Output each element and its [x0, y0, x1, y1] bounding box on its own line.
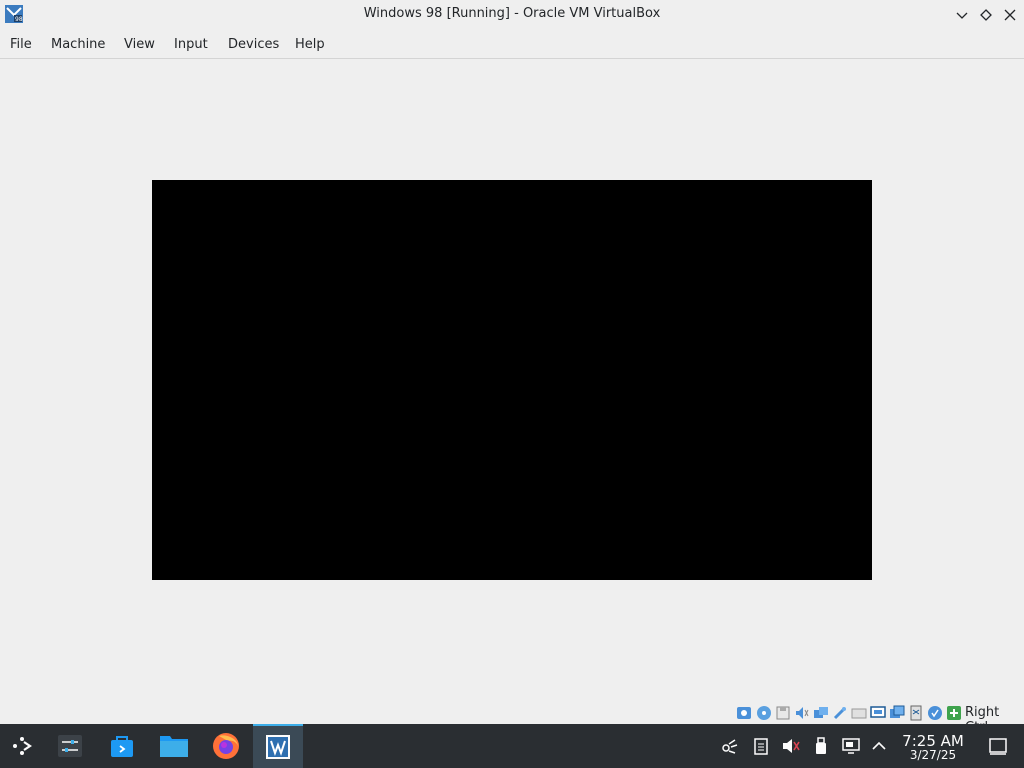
virtualbox-icon[interactable] — [253, 724, 303, 768]
shared-folders-icon[interactable] — [851, 705, 867, 721]
menu-devices[interactable]: Devices — [228, 37, 279, 52]
firefox-icon[interactable] — [204, 724, 248, 768]
virtualbox-window: 98 Windows 98 [Running] - Oracle VM Virt… — [0, 0, 1024, 735]
application-launcher-icon[interactable] — [0, 724, 44, 768]
menu-file[interactable]: File — [10, 37, 32, 52]
audio-icon[interactable] — [794, 705, 810, 721]
keyboard-capture-icon[interactable] — [946, 705, 962, 721]
menu-machine[interactable]: Machine — [51, 37, 105, 52]
display-icon[interactable] — [870, 705, 886, 721]
taskbar: 7:25 AM 3/27/25 — [0, 724, 1024, 768]
recording-icon[interactable] — [889, 705, 905, 721]
removable-devices-icon[interactable] — [811, 736, 831, 756]
menu-input[interactable]: Input — [174, 37, 208, 52]
vm-display[interactable] — [152, 180, 872, 580]
mouse-integration-icon[interactable] — [927, 705, 943, 721]
cpu-icon[interactable] — [908, 705, 924, 721]
menu-view[interactable]: View — [124, 37, 155, 52]
network-manager-icon[interactable] — [720, 736, 740, 756]
clock-date[interactable]: 3/27/25 — [900, 748, 966, 762]
network-icon[interactable] — [813, 705, 829, 721]
menu-bar: File Machine View Input Devices Help — [0, 30, 1024, 59]
display-configuration-icon[interactable] — [841, 736, 861, 756]
optical-drive-icon[interactable] — [756, 705, 772, 721]
file-manager-icon[interactable] — [152, 724, 196, 768]
show-desktop-icon[interactable] — [988, 736, 1008, 756]
close-button[interactable] — [1000, 5, 1020, 25]
clipboard-icon[interactable] — [751, 736, 771, 756]
usb-icon[interactable] — [832, 705, 848, 721]
floppy-drive-icon[interactable] — [775, 705, 791, 721]
volume-muted-icon[interactable] — [781, 736, 801, 756]
system-settings-icon[interactable] — [48, 724, 92, 768]
hard-disk-icon[interactable] — [736, 705, 752, 721]
discover-store-icon[interactable] — [100, 724, 144, 768]
maximize-button[interactable] — [976, 5, 996, 25]
menu-help[interactable]: Help — [295, 37, 325, 52]
minimize-button[interactable] — [952, 5, 972, 25]
tray-expand-icon[interactable] — [869, 736, 889, 756]
window-title: Windows 98 [Running] - Oracle VM Virtual… — [363, 6, 661, 21]
status-bar: Right Ctrl — [0, 703, 1024, 735]
title-bar[interactable]: 98 Windows 98 [Running] - Oracle VM Virt… — [0, 0, 1024, 30]
